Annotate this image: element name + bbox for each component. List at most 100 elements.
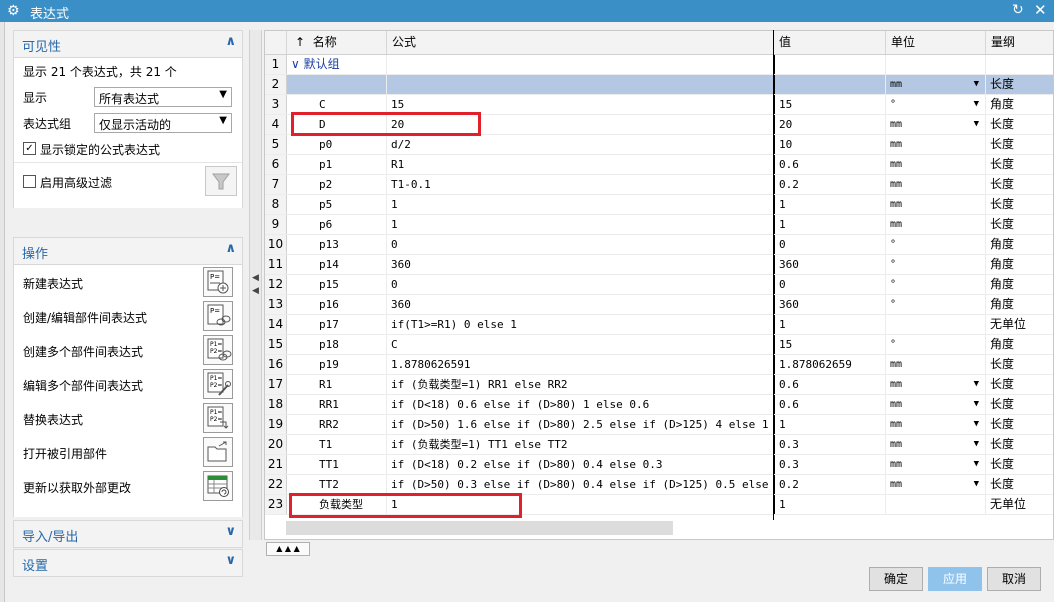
expression-name[interactable]: p18 (287, 335, 387, 354)
ok-button[interactable]: 确定 (869, 567, 923, 591)
expression-formula[interactable]: 360 (387, 255, 774, 274)
expression-dimension[interactable]: 无单位 (986, 315, 1053, 334)
expression-formula[interactable]: T1-0.1 (387, 175, 774, 194)
chevron-down-icon[interactable]: ▼ (974, 75, 979, 94)
update-external-row[interactable]: 更新以获取外部更改 (14, 469, 242, 503)
expression-dimension[interactable]: 角度 (986, 275, 1053, 294)
chevron-down-icon[interactable]: ∨ (225, 553, 236, 568)
expression-dimension[interactable]: 长度 (986, 75, 1053, 94)
gear-icon[interactable]: ⚙ (7, 3, 20, 19)
expression-unit[interactable]: mm (886, 195, 986, 214)
new-expression-row[interactable]: 新建表达式 P= (14, 265, 242, 299)
expression-dimension[interactable]: 角度 (986, 95, 1053, 114)
locked-formula-checkbox[interactable]: ✓ (23, 142, 36, 155)
expression-name[interactable]: p15 (287, 275, 387, 294)
expression-dimension[interactable]: 长度 (986, 215, 1053, 234)
expression-unit[interactable]: mm (886, 355, 986, 374)
expression-name[interactable]: p6 (287, 215, 387, 234)
expression-unit[interactable]: mm ▼ (886, 115, 986, 134)
expression-dimension[interactable]: 长度 (986, 115, 1053, 134)
expression-unit[interactable]: mm ▼ (886, 415, 986, 434)
group-row[interactable]: 1 ∨ 默认组 (265, 55, 1053, 75)
expression-dimension[interactable]: 长度 (986, 415, 1053, 434)
expression-unit[interactable]: ° (886, 235, 986, 254)
table-row[interactable]: 12 p15 0 0 ° 角度 (265, 275, 1053, 295)
expression-name[interactable] (287, 75, 387, 94)
close-icon[interactable]: ✕ (1034, 1, 1047, 19)
replace-expression-row[interactable]: 替换表达式 P1= P2= (14, 401, 242, 435)
expression-formula[interactable]: if (负载类型=1) RR1 else RR2 (387, 375, 774, 394)
group-name[interactable]: ∨ 默认组 (287, 55, 387, 74)
create-edit-interpart-button[interactable]: P= (203, 301, 233, 331)
table-row[interactable]: 22 TT2 if (D>50) 0.3 else if (D>80) 0.4 el… (265, 475, 1053, 495)
table-row[interactable]: 18 RR1 if (D<18) 0.6 else if (D>80) 1 else… (265, 395, 1053, 415)
table-row[interactable]: 11 p14 360 360 ° 角度 (265, 255, 1053, 275)
table-row[interactable]: 8 p5 1 1 mm 长度 (265, 195, 1053, 215)
expression-unit[interactable]: mm (886, 175, 986, 194)
name-column-header[interactable]: ↑ 名称 (287, 31, 387, 54)
expression-unit[interactable] (886, 315, 986, 334)
open-referenced-part-row[interactable]: 打开被引用部件 (14, 435, 242, 469)
create-edit-interpart-row[interactable]: 创建/编辑部件间表达式 P= (14, 299, 242, 333)
expression-dimension[interactable]: 角度 (986, 295, 1053, 314)
chevron-down-icon[interactable]: ∨ (225, 524, 236, 539)
expression-dimension[interactable]: 长度 (986, 355, 1053, 374)
expression-formula[interactable]: 360 (387, 295, 774, 314)
value-column-header[interactable]: 值 (774, 31, 886, 54)
chevron-down-icon[interactable]: ▼ (974, 95, 979, 114)
expression-name[interactable]: p14 (287, 255, 387, 274)
expression-dimension[interactable]: 角度 (986, 235, 1053, 254)
expression-unit[interactable]: ° (886, 255, 986, 274)
dimension-column-header[interactable]: 量纲 (986, 31, 1053, 54)
expression-formula[interactable]: if (D>50) 0.3 else if (D>80) 0.4 else if… (387, 475, 774, 494)
table-row[interactable]: 5 p0 d/2 10 mm 长度 (265, 135, 1053, 155)
expression-name[interactable]: RR1 (287, 395, 387, 414)
expression-formula[interactable]: 0 (387, 235, 774, 254)
table-row[interactable]: 17 R1 if (负载类型=1) RR1 else RR2 0.6 mm ▼ 长度 (265, 375, 1053, 395)
table-row[interactable]: 10 p13 0 0 ° 角度 (265, 235, 1053, 255)
expression-dimension[interactable]: 长度 (986, 175, 1053, 194)
expression-unit[interactable]: mm (886, 155, 986, 174)
table-row[interactable]: 19 RR2 if (D>50) 1.6 else if (D>80) 2.5 el… (265, 415, 1053, 435)
expression-unit[interactable]: mm ▼ (886, 395, 986, 414)
expression-unit[interactable]: mm ▼ (886, 75, 986, 94)
expression-unit[interactable]: ° (886, 335, 986, 354)
create-multi-interpart-row[interactable]: 创建多个部件间表达式 P1= P2= (14, 333, 242, 367)
expression-formula[interactable]: if (D<18) 0.2 else if (D>80) 0.4 else 0.… (387, 455, 774, 474)
table-row[interactable]: 13 p16 360 360 ° 角度 (265, 295, 1053, 315)
expression-unit[interactable] (886, 495, 986, 514)
filter-button[interactable] (205, 166, 237, 196)
expand-rows-button[interactable]: ▲ ▲ ▲ (266, 542, 310, 556)
chevron-down-icon[interactable]: ▼ (974, 435, 979, 454)
expression-unit[interactable]: mm ▼ (886, 475, 986, 494)
expression-formula[interactable]: if(T1>=R1) 0 else 1 (387, 315, 774, 334)
show-dropdown[interactable]: 所有表达式 ▼ (94, 87, 232, 107)
expression-unit[interactable]: mm ▼ (886, 375, 986, 394)
expression-formula[interactable]: R1 (387, 155, 774, 174)
chevron-down-icon[interactable]: ▼ (974, 475, 979, 494)
expression-name[interactable]: p0 (287, 135, 387, 154)
expression-dimension[interactable]: 角度 (986, 255, 1053, 274)
edit-multi-interpart-button[interactable]: P1= P2= (203, 369, 233, 399)
expression-dimension[interactable]: 无单位 (986, 495, 1053, 514)
expression-dimension[interactable]: 长度 (986, 375, 1053, 394)
collapse-left-icon[interactable]: ◀ (252, 286, 259, 296)
expression-formula[interactable]: 1 (387, 215, 774, 234)
reset-icon[interactable]: ↻ (1012, 2, 1024, 18)
expression-formula[interactable]: C (387, 335, 774, 354)
expression-name[interactable]: p1 (287, 155, 387, 174)
expression-unit[interactable]: ° ▼ (886, 95, 986, 114)
expression-name[interactable]: T1 (287, 435, 387, 454)
import-export-section-header[interactable]: 导入/导出 ∨ (13, 520, 243, 548)
expression-dimension[interactable]: 长度 (986, 195, 1053, 214)
expression-dimension[interactable]: 长度 (986, 395, 1053, 414)
visibility-section-header[interactable]: 可见性 ∧ (13, 30, 243, 58)
expression-name[interactable]: R1 (287, 375, 387, 394)
expression-name[interactable]: p5 (287, 195, 387, 214)
advanced-filter-checkbox[interactable] (23, 175, 36, 188)
create-multi-interpart-button[interactable]: P1= P2= (203, 335, 233, 365)
expression-formula[interactable]: 0 (387, 275, 774, 294)
chevron-up-icon[interactable]: ∧ (225, 34, 236, 49)
expression-name[interactable]: p16 (287, 295, 387, 314)
expression-formula[interactable]: 1 (387, 195, 774, 214)
